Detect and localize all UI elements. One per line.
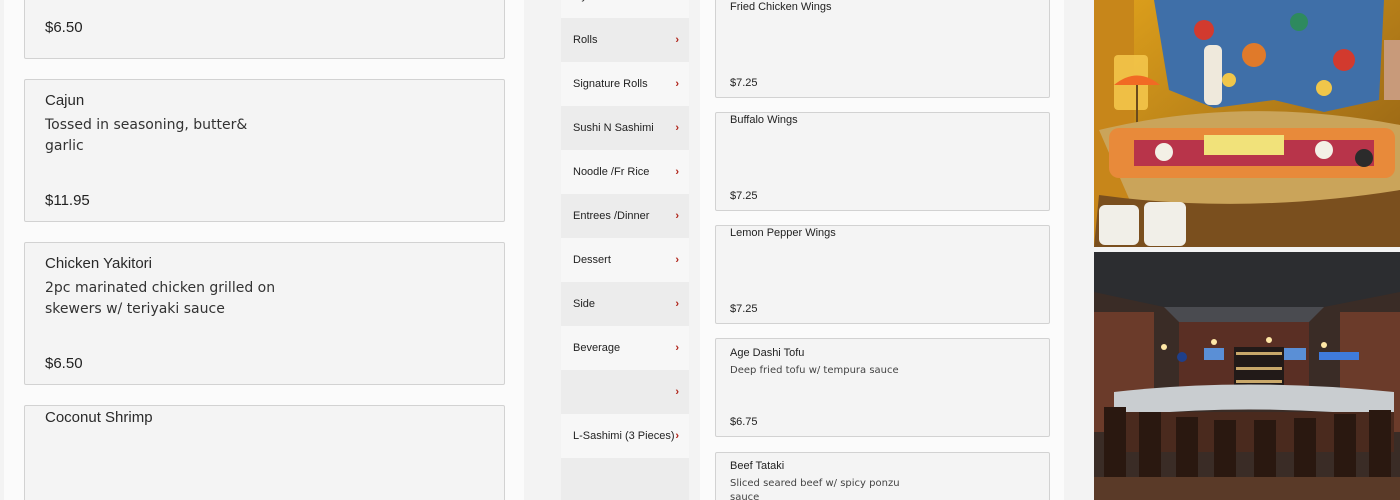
category-l-sashimi[interactable]: L-Sashimi (3 Pieces) › bbox=[561, 414, 689, 458]
chevron-right-icon: › bbox=[675, 122, 679, 134]
item-description: 2pc marinated chicken grilled on skewers… bbox=[45, 280, 276, 317]
menu-item-card[interactable]: $6.50 bbox=[24, 0, 505, 59]
category-beverage[interactable]: Beverage › bbox=[561, 326, 689, 370]
chevron-right-icon: › bbox=[675, 78, 679, 90]
chevron-right-icon: › bbox=[675, 386, 679, 398]
category-label: Side bbox=[573, 298, 596, 310]
item-price: $6.50 bbox=[45, 355, 83, 372]
category-label: Rolls bbox=[573, 34, 598, 46]
item-description: Tossed in seasoning, butter& garlic bbox=[45, 117, 248, 154]
menu-item-card[interactable]: Age Dashi Tofu Deep fried tofu w/ tempur… bbox=[715, 338, 1050, 437]
category-side[interactable]: Side › bbox=[561, 282, 689, 326]
category-more[interactable] bbox=[561, 458, 689, 500]
menu-item-card[interactable]: Lemon Pepper Wings $7.25 bbox=[715, 225, 1050, 324]
category-sushi-n-sashimi[interactable]: Sushi N Sashimi › bbox=[561, 106, 689, 150]
item-price: $6.50 bbox=[45, 19, 83, 36]
chevron-right-icon: › bbox=[675, 430, 679, 442]
menu-page: $6.50 Cajun Tossed in seasoning, butter&… bbox=[0, 0, 1400, 500]
item-title: Age Dashi Tofu bbox=[730, 347, 805, 359]
category-noodle-fr-rice[interactable]: Noodle /Fr Rice › bbox=[561, 150, 689, 194]
item-description: Deep fried tofu w/ tempura sauce bbox=[730, 365, 899, 376]
category-label: Signature Rolls bbox=[573, 78, 648, 90]
item-price: $7.25 bbox=[730, 303, 758, 315]
chevron-right-icon: › bbox=[675, 342, 679, 354]
item-title: Buffalo Wings bbox=[730, 114, 798, 126]
menu-items-panel-left: $6.50 Cajun Tossed in seasoning, butter&… bbox=[4, 0, 524, 500]
category-oyster[interactable]: Oyster bbox=[561, 0, 689, 18]
item-price: $11.95 bbox=[45, 192, 90, 209]
category-label: Noodle /Fr Rice bbox=[573, 166, 650, 178]
chevron-right-icon: › bbox=[675, 298, 679, 310]
category-label: Beverage bbox=[573, 342, 621, 354]
category-unlabeled[interactable]: › bbox=[561, 370, 689, 414]
item-title: Fried Chicken Wings bbox=[730, 1, 832, 13]
item-title: Cajun bbox=[45, 92, 85, 109]
item-title: Coconut Shrimp bbox=[45, 409, 153, 426]
item-title: Chicken Yakitori bbox=[45, 255, 152, 272]
menu-item-card[interactable]: Buffalo Wings $7.25 bbox=[715, 112, 1050, 211]
menu-item-card[interactable]: Fried Chicken Wings $7.25 bbox=[715, 0, 1050, 98]
item-description: Sliced seared beef w/ spicy ponzu sauce bbox=[730, 478, 900, 500]
menu-item-card[interactable]: Beef Tataki Sliced seared beef w/ spicy … bbox=[715, 452, 1050, 500]
category-label: Sushi N Sashimi bbox=[573, 122, 654, 134]
category-label: L-Sashimi (3 Pieces) bbox=[573, 430, 675, 442]
item-title: Lemon Pepper Wings bbox=[730, 227, 836, 239]
menu-item-card[interactable]: Coconut Shrimp bbox=[24, 405, 505, 500]
menu-item-card[interactable]: Cajun Tossed in seasoning, butter& garli… bbox=[24, 79, 505, 222]
category-entrees-dinner[interactable]: Entrees /Dinner › bbox=[561, 194, 689, 238]
chevron-right-icon: › bbox=[675, 166, 679, 178]
item-title: Beef Tataki bbox=[730, 460, 785, 472]
restaurant-bar-photo bbox=[1094, 252, 1400, 500]
item-price: $7.25 bbox=[730, 77, 758, 89]
chevron-right-icon: › bbox=[675, 34, 679, 46]
sushi-boat-photo bbox=[1094, 0, 1400, 247]
category-label: Oyster bbox=[573, 0, 605, 18]
category-nav: Oyster Rolls › Signature Rolls › Sushi N… bbox=[561, 0, 689, 500]
category-label: Entrees /Dinner bbox=[573, 210, 650, 222]
item-price: $7.25 bbox=[730, 190, 758, 202]
category-dessert[interactable]: Dessert › bbox=[561, 238, 689, 282]
category-rolls[interactable]: Rolls › bbox=[561, 18, 689, 62]
menu-items-panel-right: Fried Chicken Wings $7.25 Buffalo Wings … bbox=[700, 0, 1064, 500]
chevron-right-icon: › bbox=[675, 254, 679, 266]
category-signature-rolls[interactable]: Signature Rolls › bbox=[561, 62, 689, 106]
category-label: Dessert bbox=[573, 254, 611, 266]
menu-item-card[interactable]: Chicken Yakitori 2pc marinated chicken g… bbox=[24, 242, 505, 385]
item-price: $6.75 bbox=[730, 416, 758, 428]
chevron-right-icon: › bbox=[675, 210, 679, 222]
